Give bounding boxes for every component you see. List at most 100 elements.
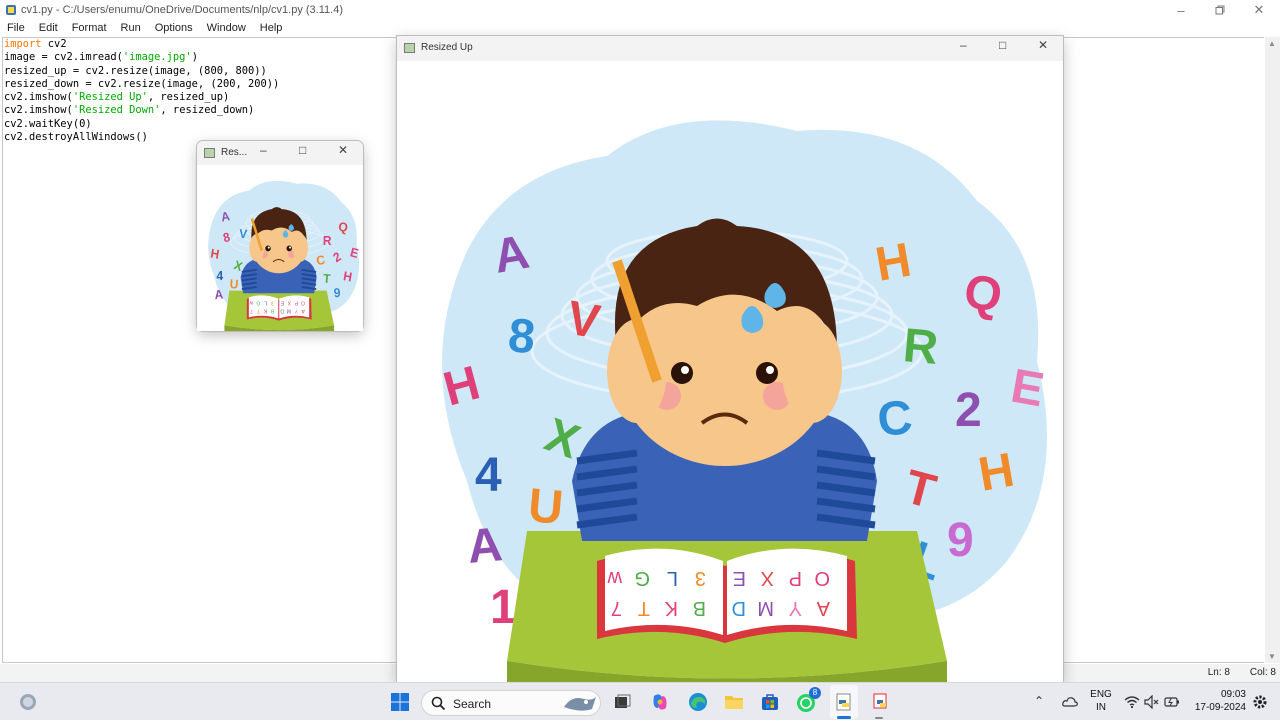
- floating-letter: 4: [216, 269, 223, 283]
- minimize-button[interactable]: –: [260, 143, 267, 157]
- book-left-page: [605, 548, 723, 635]
- floating-letter: A: [465, 518, 504, 574]
- scroll-up-icon[interactable]: ▲: [1268, 39, 1276, 48]
- floating-letter: 8: [506, 309, 537, 364]
- search-box[interactable]: Search: [421, 690, 601, 716]
- book-letter: L: [264, 300, 267, 306]
- edge-icon[interactable]: [686, 683, 710, 721]
- book-letter: D: [732, 597, 746, 619]
- eye-highlight: [766, 366, 774, 374]
- book-letter: w: [249, 300, 253, 306]
- book-letter: K: [664, 597, 678, 619]
- minimize-button[interactable]: –: [1161, 0, 1201, 20]
- code-text[interactable]: import cv2 image = cv2.imread('image.jpg'…: [4, 38, 279, 144]
- file-explorer-icon[interactable]: [722, 683, 746, 721]
- close-button[interactable]: ✕: [338, 143, 348, 157]
- floating-letter: C: [875, 391, 914, 447]
- resized-up-title-bar[interactable]: Resized Up – □ ✕: [397, 36, 1063, 61]
- cartoon-image: A8VHX4UAS1ZEHQRC2ETH9L5WFBwGL3EXPO7TKBDM…: [397, 61, 1063, 682]
- onedrive-status-icon[interactable]: [1060, 683, 1080, 721]
- left-eye: [265, 245, 271, 252]
- clock-time: 09:03: [1220, 689, 1246, 700]
- code-line-6: cv2.imshow('Resized Down', resized_down): [4, 104, 255, 117]
- book-letter: D: [280, 308, 284, 314]
- resized-down-title: Res...: [221, 147, 248, 158]
- book-letter: O: [814, 567, 830, 589]
- close-button[interactable]: ✕: [1038, 38, 1048, 52]
- book-right-page: [279, 295, 310, 319]
- floating-letter: 2: [955, 384, 982, 437]
- start-icon[interactable]: [386, 683, 414, 721]
- book-letter: E: [280, 300, 284, 306]
- floating-letter: 9: [947, 514, 974, 567]
- wifi-icon[interactable]: [1122, 683, 1142, 721]
- clock[interactable]: 09:03 17-09-2024: [1186, 683, 1246, 721]
- editor-title-bar: cv1.py - C:/Users/enumu/OneDrive/Documen…: [0, 0, 1280, 20]
- close-button[interactable]: ✕: [1239, 0, 1279, 20]
- battery-icon[interactable]: [1162, 683, 1182, 721]
- floating-letter: R: [901, 319, 940, 375]
- left-eye: [671, 362, 693, 384]
- book-left-page: [248, 295, 279, 319]
- vertical-scrollbar[interactable]: ▲ ▼: [1265, 37, 1280, 663]
- widgets-icon[interactable]: [14, 683, 42, 721]
- menu-file[interactable]: File: [0, 20, 32, 36]
- minimize-button[interactable]: –: [960, 38, 967, 52]
- opencv-window-icon: [404, 43, 415, 53]
- whatsapp-icon[interactable]: 8: [794, 683, 821, 721]
- python-icon: [6, 5, 16, 15]
- resized-down-window[interactable]: Res... – □ ✕ AVH8X4UAQR2ECHT95wGL3EXPO7T…: [197, 141, 363, 331]
- resized-down-title-bar[interactable]: Res... – □ ✕: [197, 141, 363, 165]
- book-letter: M: [287, 308, 291, 314]
- book-letter: 3: [695, 567, 706, 589]
- volume-muted-icon[interactable]: [1142, 683, 1162, 721]
- idle-taskbar-icon[interactable]: [830, 685, 858, 719]
- eye-highlight: [288, 246, 291, 249]
- code-line-1: import cv2: [4, 38, 67, 50]
- book-letter: P: [294, 300, 298, 306]
- menu-options[interactable]: Options: [148, 20, 200, 36]
- menu-format[interactable]: Format: [65, 20, 114, 36]
- book-letter: M: [757, 597, 774, 619]
- book-letter: B: [270, 308, 274, 314]
- book-letter: K: [263, 308, 267, 314]
- book-letter: B: [693, 597, 706, 619]
- store-icon[interactable]: [758, 683, 782, 721]
- copilot-icon[interactable]: [648, 683, 672, 721]
- search-highlight-icon: [564, 697, 596, 711]
- resized-up-window[interactable]: Resized Up – □ ✕ A8VHX4UAS1ZEHQRC2ETH9L5…: [397, 36, 1063, 682]
- code-line-4: resized_down = cv2.resize(image, (200, 2…: [4, 77, 280, 90]
- menu-window[interactable]: Window: [200, 20, 253, 36]
- language-indicator[interactable]: ENG IN: [1090, 683, 1112, 721]
- menu-help[interactable]: Help: [253, 20, 290, 36]
- task-view-icon[interactable]: [610, 683, 634, 721]
- active-app-indicator: [837, 716, 851, 719]
- python-app-icon[interactable]: [868, 683, 894, 721]
- language-code: ENG: [1090, 689, 1112, 700]
- book-letter: 7: [250, 308, 253, 314]
- book-letter: 7: [611, 597, 622, 619]
- menu-run[interactable]: Run: [114, 20, 148, 36]
- running-app-indicator: [875, 717, 883, 719]
- code-line-2: image = cv2.imread('image.jpg'): [4, 51, 198, 64]
- menu-edit[interactable]: Edit: [32, 20, 65, 36]
- restore-button[interactable]: [1200, 0, 1240, 20]
- book-letter: X: [287, 300, 291, 306]
- book-letter: G: [256, 300, 260, 306]
- search-label: Search: [453, 697, 492, 711]
- book-letter: L: [667, 567, 678, 589]
- book-letter: O: [301, 300, 305, 306]
- maximize-button[interactable]: □: [999, 38, 1006, 52]
- maximize-button[interactable]: □: [299, 143, 306, 157]
- show-hidden-icons-icon[interactable]: ⌃: [1034, 683, 1050, 721]
- book-letter: Y: [789, 597, 802, 619]
- settings-gear-icon[interactable]: [1250, 683, 1270, 721]
- search-icon: [431, 696, 446, 711]
- clock-date: 17-09-2024: [1194, 702, 1246, 713]
- opencv-window-icon: [204, 148, 215, 158]
- menu-bar: File Edit Format Run Options Window Help: [0, 20, 1280, 36]
- code-line-7: cv2.waitKey(0): [4, 117, 92, 130]
- column-indicator: Col: 8: [1249, 667, 1276, 678]
- floating-letter: A: [214, 287, 224, 302]
- scroll-down-icon[interactable]: ▼: [1268, 652, 1276, 661]
